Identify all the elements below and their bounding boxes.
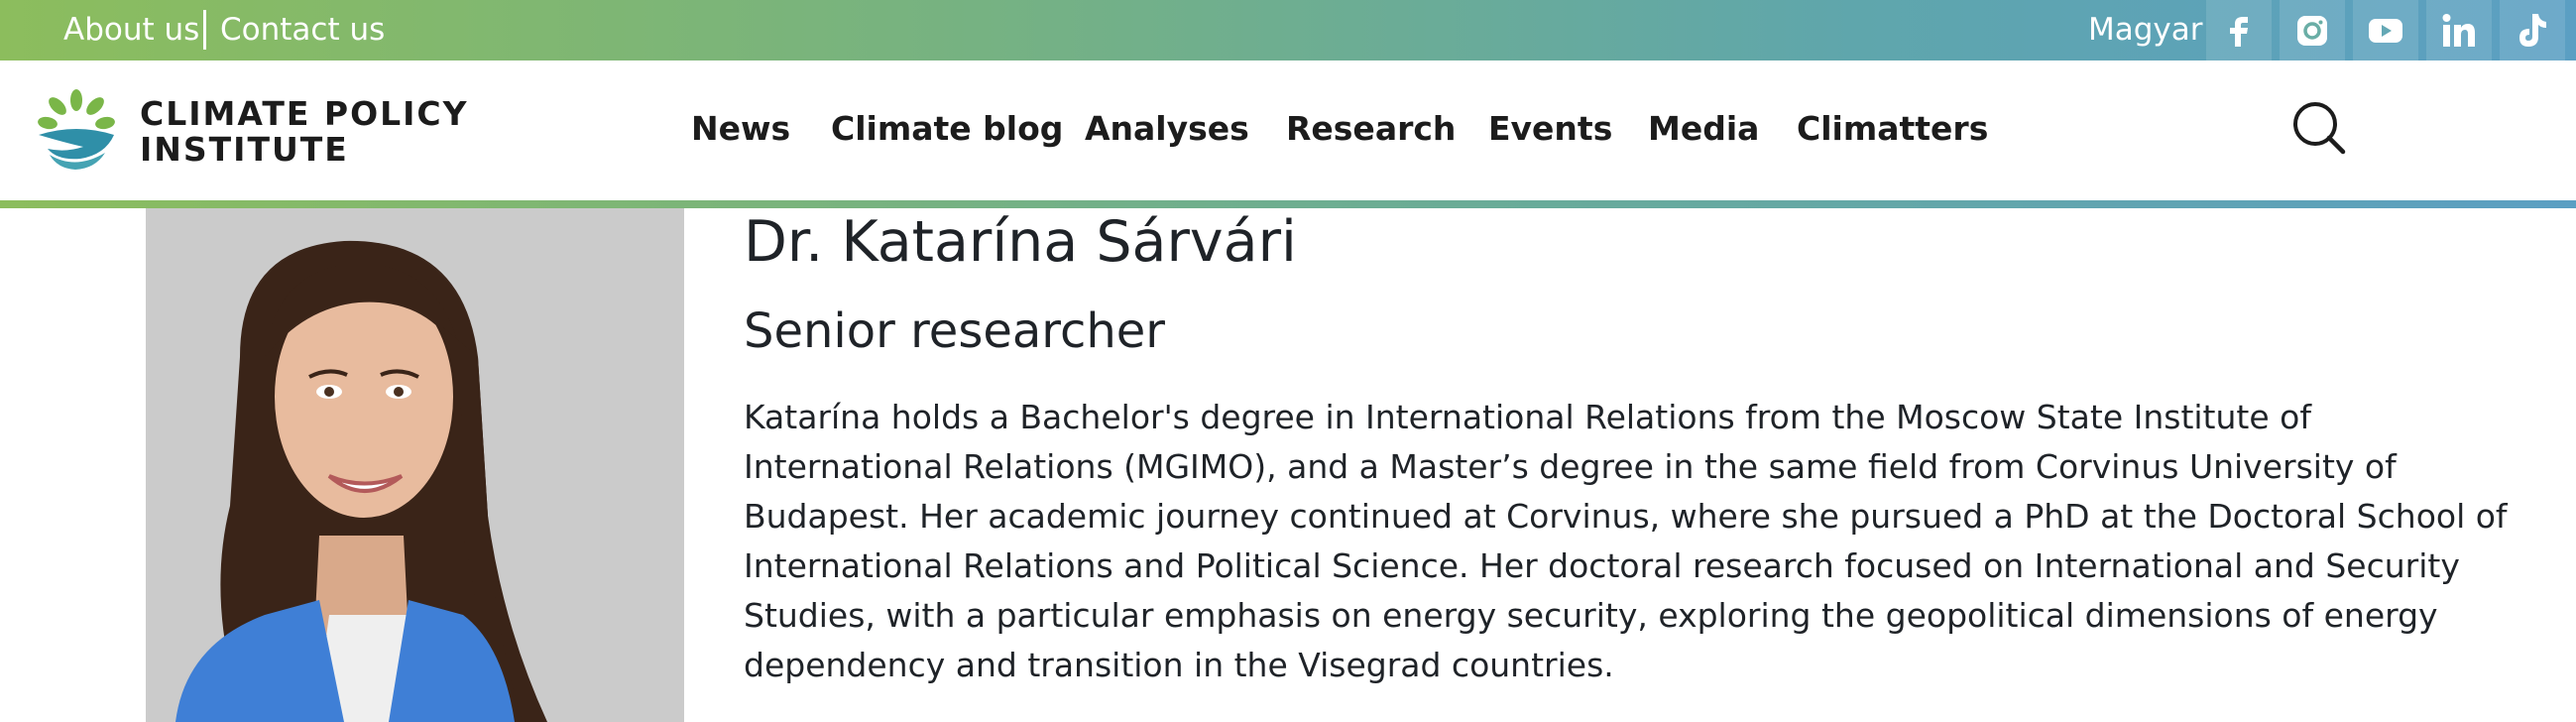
facebook-link[interactable]	[2206, 0, 2272, 60]
about-us-link[interactable]: About us	[63, 0, 199, 60]
logo-line-1: CLIMATE POLICY	[140, 94, 469, 133]
logo-line-2: INSTITUTE	[140, 130, 349, 169]
search-icon	[2293, 102, 2346, 155]
top-bar: About us Contact us Magyar	[0, 0, 2576, 60]
language-switch-link[interactable]: Magyar	[2088, 0, 2203, 60]
tiktok-link[interactable]	[2500, 0, 2565, 60]
search-button[interactable]	[2290, 99, 2350, 159]
nav-events[interactable]: Events	[1488, 109, 1612, 149]
profile-name: Dr. Katarína Sárvári	[744, 209, 1297, 275]
site-logo-text[interactable]: CLIMATE POLICY INSTITUTE	[140, 96, 469, 168]
nav-climatters[interactable]: Climatters	[1797, 109, 1988, 149]
logo-icon[interactable]	[36, 89, 117, 176]
youtube-icon	[2369, 18, 2402, 43]
instagram-icon	[2297, 15, 2327, 46]
top-bar-divider	[203, 10, 206, 50]
facebook-icon	[2230, 16, 2248, 47]
linkedin-link[interactable]	[2426, 0, 2492, 60]
profile-bio: Katarína holds a Bachelor's degree in In…	[744, 398, 2508, 684]
tiktok-icon	[2519, 13, 2546, 47]
profile-role: Senior researcher	[744, 303, 1166, 359]
nav-news[interactable]: News	[691, 109, 790, 149]
instagram-link[interactable]	[2280, 0, 2345, 60]
nav-research[interactable]: Research	[1286, 109, 1456, 149]
nav-analyses[interactable]: Analyses	[1085, 109, 1249, 149]
youtube-link[interactable]	[2353, 0, 2418, 60]
profile-photo	[146, 208, 684, 722]
nav-climate-blog[interactable]: Climate blog	[831, 109, 1063, 149]
contact-us-link[interactable]: Contact us	[220, 0, 385, 60]
nav-media[interactable]: Media	[1648, 109, 1759, 149]
linkedin-icon	[2442, 13, 2475, 47]
